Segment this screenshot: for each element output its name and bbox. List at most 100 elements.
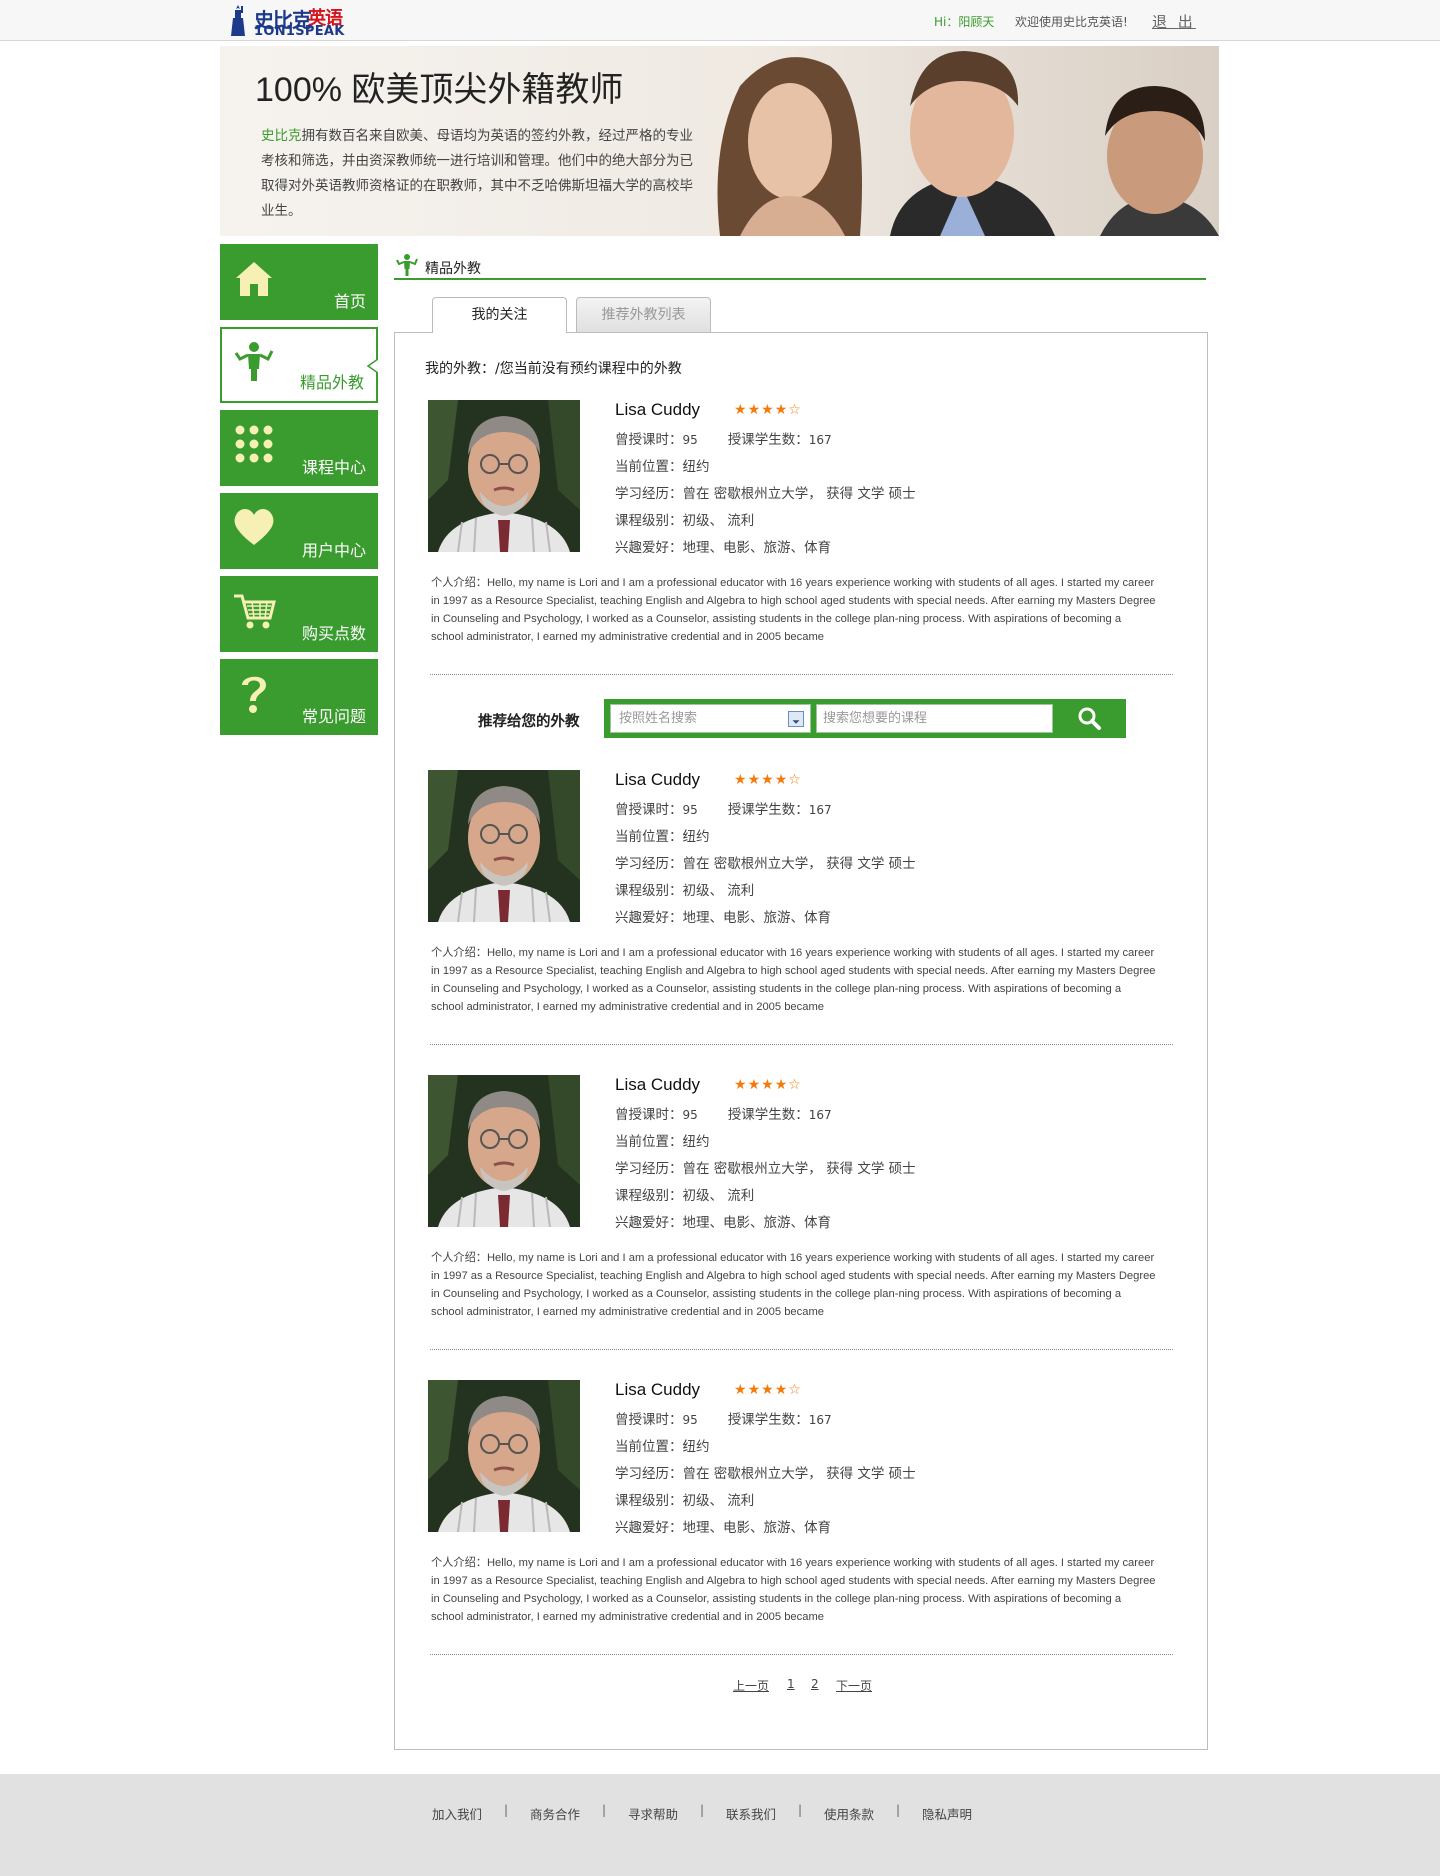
course-search-input[interactable]: 搜索您想要的课程 xyxy=(816,704,1053,733)
teacher-education: 学习经历：曾在 密歇根州立大学， 获得 文学 硕士 xyxy=(615,486,916,502)
statue-logo-icon xyxy=(231,5,245,36)
teacher-card: Lisa Cuddy ★★★★☆ 曾授课时：95 授课学生数：167 当前位置：纽… xyxy=(428,400,1173,700)
star-filled-icon: ★ xyxy=(747,402,762,418)
sidebar-item-label: 常见问题 xyxy=(301,707,366,726)
star-filled-icon: ★ xyxy=(774,402,789,418)
tab-recommended-teachers[interactable]: 推荐外教列表 xyxy=(576,297,711,332)
star-filled-icon: ★ xyxy=(761,1077,775,1093)
footer-link-help[interactable]: 寻求帮助 xyxy=(628,1804,678,1823)
dropdown-arrow-icon[interactable] xyxy=(788,711,804,727)
star-filled-icon: ★ xyxy=(761,772,775,788)
sidebar-nav: 首页 精品外教 课程中心 用户中心 购买点数 常见问题 xyxy=(220,244,378,742)
teacher-education: 学习经历：曾在 密歇根州立大学， 获得 文学 硕士 xyxy=(615,1466,916,1482)
banner-brand: 史比克 xyxy=(261,128,302,144)
logout-link[interactable]: 退 出 xyxy=(1152,11,1196,32)
sidebar-item-label: 首页 xyxy=(333,292,366,311)
teacher-hobbies: 兴趣爱好：地理、电影、旅游、体育 xyxy=(615,1215,831,1231)
teacher-intro: 个人介绍：Hello, my name is Lori and I am a p… xyxy=(431,1249,1156,1321)
teacher-location: 当前位置：纽约 xyxy=(615,1439,710,1455)
banner-text: 史比克拥有数百名来自欧美、母语均为英语的签约外教，经过严格的专业考核和筛选，并由… xyxy=(261,124,701,224)
tab-my-follows[interactable]: 我的关注 xyxy=(432,297,567,333)
rating-stars: ★★★★☆ xyxy=(734,772,802,788)
page-link-2[interactable]: 2 xyxy=(811,1677,819,1691)
footer-separator: | xyxy=(896,1803,901,1817)
search-icon xyxy=(1078,707,1101,730)
footer-link-join[interactable]: 加入我们 xyxy=(432,1804,482,1823)
sidebar-item-label: 用户中心 xyxy=(301,541,366,560)
sidebar-item-user-center[interactable]: 用户中心 xyxy=(220,493,378,569)
star-filled-icon: ★ xyxy=(747,1382,762,1398)
star-filled-icon: ★ xyxy=(734,402,748,418)
sidebar-item-buy-points[interactable]: 购买点数 xyxy=(220,576,378,652)
teacher-levels: 课程级别：初级、 流利 xyxy=(615,883,755,899)
students-label: 授课学生数： xyxy=(727,1107,809,1123)
teacher-name[interactable]: Lisa Cuddy xyxy=(615,1380,700,1400)
sidebar-item-courses[interactable]: 课程中心 xyxy=(220,410,378,486)
teacher-photo[interactable] xyxy=(428,1075,580,1227)
teacher-stats: 曾授课时：95 授课学生数：167 xyxy=(615,798,832,818)
footer-separator: | xyxy=(504,1803,509,1817)
prev-page-link[interactable]: 上一页 xyxy=(733,1677,769,1694)
teacher-location: 当前位置：纽约 xyxy=(615,459,710,475)
sidebar-item-label: 课程中心 xyxy=(301,458,366,477)
footer-separator: | xyxy=(798,1803,803,1817)
footer-link-business[interactable]: 商务合作 xyxy=(530,1804,580,1823)
rating-stars: ★★★★☆ xyxy=(734,1382,802,1398)
hours-label: 曾授课时： xyxy=(615,432,683,448)
name-search-placeholder: 按照姓名搜索 xyxy=(619,711,698,726)
name-search-select[interactable]: 按照姓名搜索 xyxy=(610,704,811,733)
sidebar-item-faq[interactable]: 常见问题 xyxy=(220,659,378,735)
teacher-hobbies: 兴趣爱好：地理、电影、旅游、体育 xyxy=(615,1520,831,1536)
star-filled-icon: ★ xyxy=(774,1382,789,1398)
footer-link-terms[interactable]: 使用条款 xyxy=(824,1804,874,1823)
user-greeting[interactable]: Hi：阳顾天 xyxy=(934,13,994,30)
teacher-intro: 个人介绍：Hello, my name is Lori and I am a p… xyxy=(431,1554,1156,1626)
teacher-stats: 曾授课时：95 授课学生数：167 xyxy=(615,1408,832,1428)
star-filled-icon: ★ xyxy=(774,1077,789,1093)
card-divider xyxy=(430,1044,1173,1045)
teacher-name[interactable]: Lisa Cuddy xyxy=(615,770,700,790)
teacher-card: Lisa Cuddy ★★★★☆ 曾授课时：95 授课学生数：167 当前位置：纽… xyxy=(428,770,1173,1070)
welcome-text: 欢迎使用史比克英语! xyxy=(1015,15,1128,29)
search-button[interactable] xyxy=(1059,704,1121,733)
card-divider xyxy=(430,1654,1173,1655)
star-empty-icon: ☆ xyxy=(788,772,802,788)
star-empty-icon: ☆ xyxy=(788,1382,802,1398)
teacher-photo[interactable] xyxy=(428,770,580,922)
page-link-1[interactable]: 1 xyxy=(787,1677,795,1691)
teacher-search-bar: 按照姓名搜索 搜索您想要的课程 xyxy=(604,699,1126,738)
teacher-name[interactable]: Lisa Cuddy xyxy=(615,400,700,420)
teacher-location: 当前位置：纽约 xyxy=(615,829,710,845)
star-filled-icon: ★ xyxy=(774,772,789,788)
card-divider xyxy=(430,674,1173,675)
teacher-photo[interactable] xyxy=(428,1380,580,1532)
teacher-portrait-image xyxy=(428,1380,580,1532)
teacher-levels: 课程级别：初级、 流利 xyxy=(615,1493,755,1509)
star-filled-icon: ★ xyxy=(734,1077,748,1093)
students-value: 167 xyxy=(808,1413,832,1427)
hours-label: 曾授课时： xyxy=(615,1107,683,1123)
top-bar: 史比克 英语 1ON1SPEAK Hi：阳顾天 欢迎使用史比克英语! 退 出 xyxy=(0,0,1440,41)
site-logo[interactable]: 史比克 英语 1ON1SPEAK xyxy=(224,1,354,39)
footer-link-contact[interactable]: 联系我们 xyxy=(726,1804,776,1823)
star-filled-icon: ★ xyxy=(734,1382,748,1398)
students-label: 授课学生数： xyxy=(727,432,809,448)
teacher-name[interactable]: Lisa Cuddy xyxy=(615,1075,700,1095)
footer: 加入我们 | 商务合作 | 寻求帮助 | 联系我们 | 使用条款 | 隐私声明 xyxy=(0,1774,1440,1876)
star-filled-icon: ★ xyxy=(761,402,775,418)
teacher-photo[interactable] xyxy=(428,400,580,552)
students-value: 167 xyxy=(808,433,832,447)
teacher-levels: 课程级别：初级、 流利 xyxy=(615,1188,755,1204)
footer-link-privacy[interactable]: 隐私声明 xyxy=(922,1804,972,1823)
footer-separator: | xyxy=(602,1803,607,1817)
active-notch-icon xyxy=(366,359,378,373)
teacher-education: 学习经历：曾在 密歇根州立大学， 获得 文学 硕士 xyxy=(615,856,916,872)
grid-dots-icon xyxy=(235,425,273,463)
next-page-link[interactable]: 下一页 xyxy=(836,1677,872,1694)
intro-text: Hello, my name is Lori and I am a profes… xyxy=(431,1252,1156,1318)
rating-stars: ★★★★☆ xyxy=(734,1077,802,1093)
teacher-levels: 课程级别：初级、 流利 xyxy=(615,513,755,529)
sidebar-item-home[interactable]: 首页 xyxy=(220,244,378,320)
sidebar-item-teachers[interactable]: 精品外教 xyxy=(220,327,378,403)
teacher-intro: 个人介绍：Hello, my name is Lori and I am a p… xyxy=(431,574,1156,646)
